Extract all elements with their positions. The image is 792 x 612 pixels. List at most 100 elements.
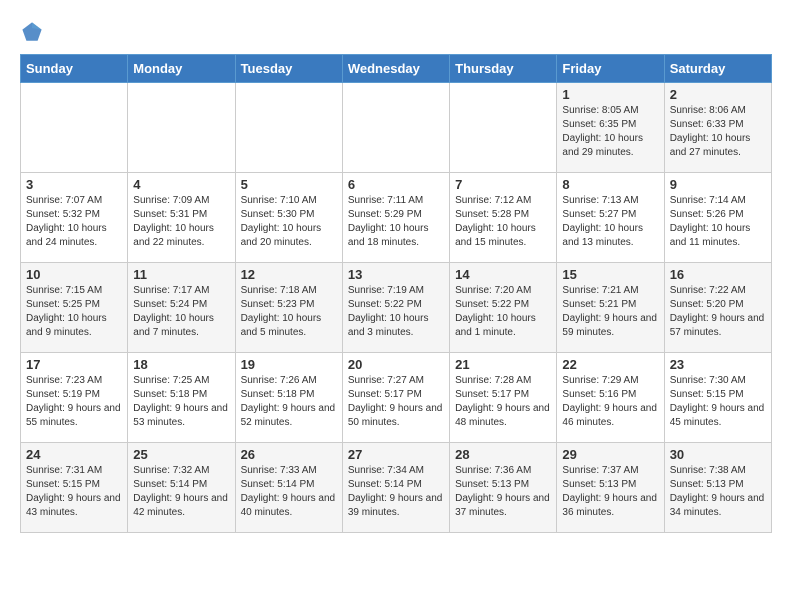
calendar-header-thursday: Thursday (450, 55, 557, 83)
calendar-header-row: SundayMondayTuesdayWednesdayThursdayFrid… (21, 55, 772, 83)
day-number: 20 (348, 357, 444, 372)
day-info: Sunrise: 7:26 AM Sunset: 5:18 PM Dayligh… (241, 374, 337, 430)
calendar-header-wednesday: Wednesday (342, 55, 449, 83)
day-number: 10 (26, 267, 122, 282)
calendar-week-row: 17 Sunrise: 7:23 AM Sunset: 5:19 PM Dayli… (21, 353, 772, 443)
calendar-cell: 16 Sunrise: 7:22 AM Sunset: 5:20 PM Dayli… (664, 263, 771, 353)
day-number: 27 (348, 447, 444, 462)
day-number: 8 (562, 177, 658, 192)
calendar-cell: 26 Sunrise: 7:33 AM Sunset: 5:14 PM Dayli… (235, 443, 342, 533)
day-info: Sunrise: 7:09 AM Sunset: 5:31 PM Dayligh… (133, 194, 229, 250)
calendar-week-row: 1Sunrise: 8:05 AM Sunset: 6:35 PM Daylig… (21, 83, 772, 173)
day-number: 21 (455, 357, 551, 372)
calendar-cell: 18 Sunrise: 7:25 AM Sunset: 5:18 PM Dayli… (128, 353, 235, 443)
calendar-cell (21, 83, 128, 173)
calendar-week-row: 10 Sunrise: 7:15 AM Sunset: 5:25 PM Dayli… (21, 263, 772, 353)
day-info: Sunrise: 7:15 AM Sunset: 5:25 PM Dayligh… (26, 284, 122, 340)
day-info: Sunrise: 7:32 AM Sunset: 5:14 PM Dayligh… (133, 464, 229, 520)
calendar-cell (450, 83, 557, 173)
day-number: 3 (26, 177, 122, 192)
calendar-cell: 2 Sunrise: 8:06 AM Sunset: 6:33 PM Daylig… (664, 83, 771, 173)
day-info: Sunrise: 7:11 AM Sunset: 5:29 PM Dayligh… (348, 194, 444, 250)
day-number: 17 (26, 357, 122, 372)
calendar-cell: 29 Sunrise: 7:37 AM Sunset: 5:13 PM Dayli… (557, 443, 664, 533)
day-info: Sunrise: 7:19 AM Sunset: 5:22 PM Dayligh… (348, 284, 444, 340)
day-info: Sunrise: 7:14 AM Sunset: 5:26 PM Dayligh… (670, 194, 766, 250)
calendar-header-sunday: Sunday (21, 55, 128, 83)
calendar-week-row: 24 Sunrise: 7:31 AM Sunset: 5:15 PM Dayli… (21, 443, 772, 533)
day-info: Sunrise: 7:23 AM Sunset: 5:19 PM Dayligh… (26, 374, 122, 430)
day-info: Sunrise: 7:31 AM Sunset: 5:15 PM Dayligh… (26, 464, 122, 520)
day-info: Sunrise: 7:17 AM Sunset: 5:24 PM Dayligh… (133, 284, 229, 340)
calendar-header-monday: Monday (128, 55, 235, 83)
day-number: 13 (348, 267, 444, 282)
day-info: Sunrise: 7:13 AM Sunset: 5:27 PM Dayligh… (562, 194, 658, 250)
calendar-cell: 7 Sunrise: 7:12 AM Sunset: 5:28 PM Daylig… (450, 173, 557, 263)
calendar-cell: 1Sunrise: 8:05 AM Sunset: 6:35 PM Daylig… (557, 83, 664, 173)
calendar-header-friday: Friday (557, 55, 664, 83)
calendar-table: SundayMondayTuesdayWednesdayThursdayFrid… (20, 54, 772, 533)
day-info: Sunrise: 7:27 AM Sunset: 5:17 PM Dayligh… (348, 374, 444, 430)
day-info: Sunrise: 7:12 AM Sunset: 5:28 PM Dayligh… (455, 194, 551, 250)
day-info: Sunrise: 7:22 AM Sunset: 5:20 PM Dayligh… (670, 284, 766, 340)
day-number: 14 (455, 267, 551, 282)
page-header (20, 20, 772, 44)
day-number: 4 (133, 177, 229, 192)
calendar-cell (342, 83, 449, 173)
logo (20, 20, 48, 44)
day-info: Sunrise: 7:36 AM Sunset: 5:13 PM Dayligh… (455, 464, 551, 520)
calendar-cell: 14 Sunrise: 7:20 AM Sunset: 5:22 PM Dayli… (450, 263, 557, 353)
day-number: 28 (455, 447, 551, 462)
calendar-cell: 5 Sunrise: 7:10 AM Sunset: 5:30 PM Daylig… (235, 173, 342, 263)
calendar-header-saturday: Saturday (664, 55, 771, 83)
calendar-cell (235, 83, 342, 173)
calendar-cell: 8 Sunrise: 7:13 AM Sunset: 5:27 PM Daylig… (557, 173, 664, 263)
day-number: 29 (562, 447, 658, 462)
calendar-cell: 19Sunrise: 7:26 AM Sunset: 5:18 PM Dayli… (235, 353, 342, 443)
calendar-cell: 3 Sunrise: 7:07 AM Sunset: 5:32 PM Daylig… (21, 173, 128, 263)
calendar-cell: 23Sunrise: 7:30 AM Sunset: 5:15 PM Dayli… (664, 353, 771, 443)
calendar-cell: 9 Sunrise: 7:14 AM Sunset: 5:26 PM Daylig… (664, 173, 771, 263)
day-number: 9 (670, 177, 766, 192)
day-info: Sunrise: 7:29 AM Sunset: 5:16 PM Dayligh… (562, 374, 658, 430)
calendar-cell: 13 Sunrise: 7:19 AM Sunset: 5:22 PM Dayli… (342, 263, 449, 353)
day-number: 18 (133, 357, 229, 372)
day-number: 26 (241, 447, 337, 462)
calendar-week-row: 3 Sunrise: 7:07 AM Sunset: 5:32 PM Daylig… (21, 173, 772, 263)
day-info: Sunrise: 7:07 AM Sunset: 5:32 PM Dayligh… (26, 194, 122, 250)
day-number: 1 (562, 87, 658, 102)
day-info: Sunrise: 7:20 AM Sunset: 5:22 PM Dayligh… (455, 284, 551, 340)
calendar-cell: 30 Sunrise: 7:38 AM Sunset: 5:13 PM Dayli… (664, 443, 771, 533)
calendar-cell: 28 Sunrise: 7:36 AM Sunset: 5:13 PM Dayli… (450, 443, 557, 533)
calendar-cell: 4 Sunrise: 7:09 AM Sunset: 5:31 PM Daylig… (128, 173, 235, 263)
day-number: 25 (133, 447, 229, 462)
day-info: Sunrise: 7:37 AM Sunset: 5:13 PM Dayligh… (562, 464, 658, 520)
day-number: 24 (26, 447, 122, 462)
day-info: Sunrise: 7:33 AM Sunset: 5:14 PM Dayligh… (241, 464, 337, 520)
day-number: 30 (670, 447, 766, 462)
calendar-cell: 20 Sunrise: 7:27 AM Sunset: 5:17 PM Dayli… (342, 353, 449, 443)
calendar-header-tuesday: Tuesday (235, 55, 342, 83)
day-number: 23 (670, 357, 766, 372)
calendar-cell: 10 Sunrise: 7:15 AM Sunset: 5:25 PM Dayli… (21, 263, 128, 353)
day-number: 5 (241, 177, 337, 192)
day-number: 7 (455, 177, 551, 192)
day-info: Sunrise: 7:38 AM Sunset: 5:13 PM Dayligh… (670, 464, 766, 520)
day-info: Sunrise: 8:06 AM Sunset: 6:33 PM Dayligh… (670, 104, 766, 160)
day-number: 22 (562, 357, 658, 372)
day-number: 16 (670, 267, 766, 282)
day-info: Sunrise: 7:28 AM Sunset: 5:17 PM Dayligh… (455, 374, 551, 430)
day-info: Sunrise: 7:34 AM Sunset: 5:14 PM Dayligh… (348, 464, 444, 520)
calendar-cell: 17 Sunrise: 7:23 AM Sunset: 5:19 PM Dayli… (21, 353, 128, 443)
logo-icon (20, 20, 44, 44)
calendar-cell: 11Sunrise: 7:17 AM Sunset: 5:24 PM Dayli… (128, 263, 235, 353)
calendar-cell: 12Sunrise: 7:18 AM Sunset: 5:23 PM Dayli… (235, 263, 342, 353)
day-number: 2 (670, 87, 766, 102)
calendar-cell: 22 Sunrise: 7:29 AM Sunset: 5:16 PM Dayli… (557, 353, 664, 443)
day-info: Sunrise: 7:10 AM Sunset: 5:30 PM Dayligh… (241, 194, 337, 250)
calendar-cell: 27 Sunrise: 7:34 AM Sunset: 5:14 PM Dayli… (342, 443, 449, 533)
day-number: 15 (562, 267, 658, 282)
day-info: Sunrise: 7:25 AM Sunset: 5:18 PM Dayligh… (133, 374, 229, 430)
day-info: Sunrise: 7:18 AM Sunset: 5:23 PM Dayligh… (241, 284, 337, 340)
calendar-cell: 25 Sunrise: 7:32 AM Sunset: 5:14 PM Dayli… (128, 443, 235, 533)
